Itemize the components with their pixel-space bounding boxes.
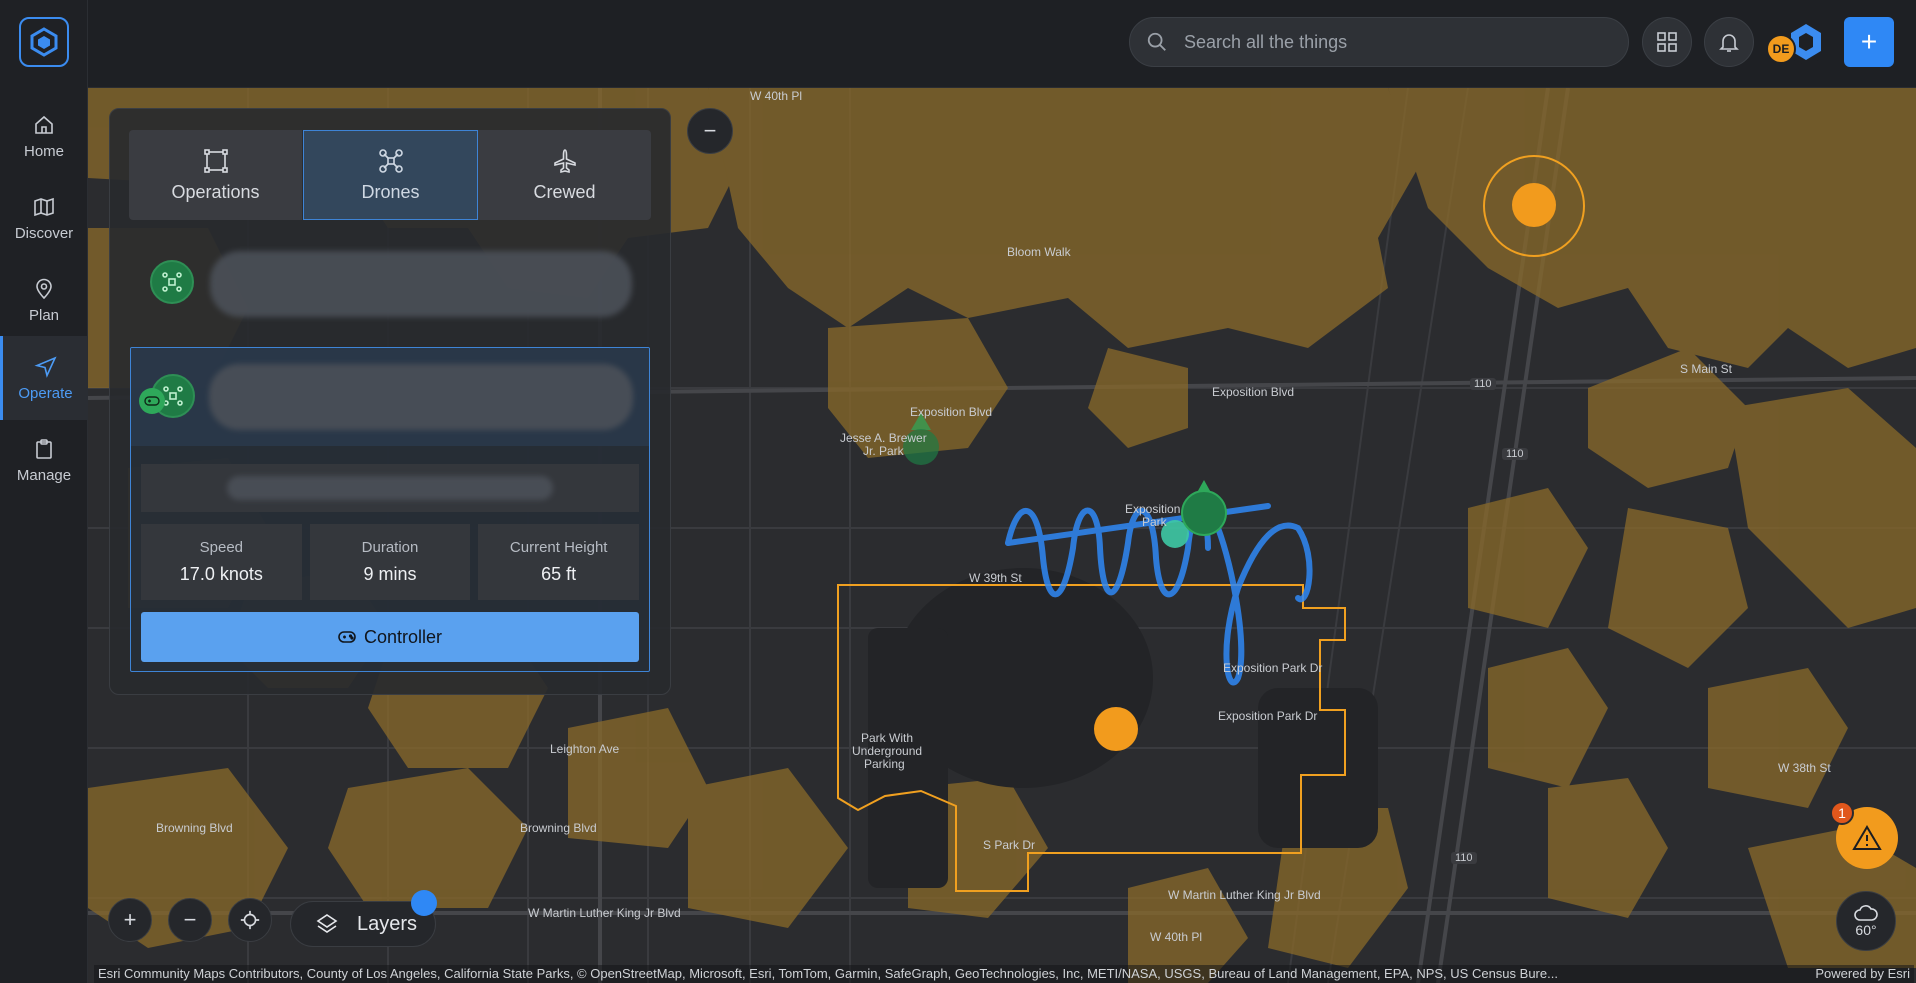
map-label: Leighton Ave [550,742,620,756]
powered-by[interactable]: Powered by Esri [1815,965,1910,983]
grid-icon [1657,32,1677,52]
tab-drones[interactable]: Drones [303,130,478,220]
notifications-button[interactable] [1704,17,1754,67]
map-label: Exposition [1125,502,1181,516]
nav-home[interactable]: Home [0,96,88,176]
crosshair-icon [240,910,260,930]
weather-widget[interactable]: 60° [1836,891,1896,951]
selected-drone-card[interactable]: Speed 17.0 knots Duration 9 mins Current… [130,347,650,672]
drone-name-redacted [209,364,633,430]
nav-manage-label: Manage [16,466,72,484]
app-logo-icon[interactable] [19,17,69,67]
drone-name-redacted[interactable] [210,251,632,317]
map-label: Underground [852,744,923,758]
nav-discover-label: Discover [14,224,74,242]
layers-button[interactable]: Layers [290,890,437,947]
search-box[interactable] [1129,17,1629,67]
map-label: Park [1142,515,1167,529]
gamepad-icon [338,631,356,643]
layers-indicator [411,890,437,916]
warning-icon [1852,825,1882,850]
map-label: Bloom Walk [1007,245,1071,259]
map-label: S Main St [1680,362,1733,376]
map-label: S Park Dr [983,838,1036,852]
layers-label: Layers [357,912,418,935]
search-icon [1147,32,1166,51]
nav-home-label: Home [23,142,64,160]
drone-stats: Speed 17.0 knots Duration 9 mins Current… [141,524,640,600]
highway-shield: 110 [1451,852,1477,864]
tab-crewed[interactable]: Crewed [478,130,651,220]
map-label: Exposition Park Dr [1218,709,1318,723]
map-label: W Martin Luther King Jr Blvd [528,906,681,920]
drone-detail-redacted [141,464,639,512]
zoom-in-button[interactable]: + [108,898,152,942]
nav-operate[interactable]: Operate [0,336,88,420]
map-attribution: Esri Community Maps Contributors, County… [94,965,1914,983]
highway-shield: 110 [1470,378,1496,390]
nav-plan-label: Plan [28,306,60,324]
drone-status-icon [150,260,194,304]
stat-speed: Speed 17.0 knots [141,524,302,600]
map-label: W 38th St [1778,761,1831,775]
tab-drones-label: Drones [361,181,420,202]
zoom-out-button[interactable]: − [168,898,212,942]
map-label: W 40th Pl [750,89,803,103]
panel-tabs: Operations Drones Crewed [129,130,651,220]
map-label: Exposition Blvd [1212,385,1295,399]
map-label: Park With [861,731,914,745]
search-input[interactable] [1184,31,1604,53]
controller-button[interactable]: Controller [141,612,639,662]
operations-panel: Operations Drones Crewed Speed 17.0 knot… [109,108,671,695]
nav-rail: Home Discover Plan Operate Manage [0,0,88,983]
map-label: Exposition Blvd [910,405,993,419]
drone-icon [378,148,403,173]
airplane-icon [553,148,576,173]
map-label: W Martin Luther King Jr Blvd [1168,888,1321,902]
cloud-icon [1854,905,1878,921]
pin-icon [36,278,52,299]
clipboard-icon [36,438,52,459]
collapse-panel-button[interactable]: − [687,108,733,154]
user-avatar[interactable]: DE [1766,34,1796,64]
nav-manage[interactable]: Manage [0,420,88,500]
alerts-button[interactable]: 1 [1830,801,1898,869]
map-icon [34,197,54,216]
layers-icon [316,914,338,933]
map-label: Exposition Park Dr [1223,661,1323,675]
map-label: W 40th Pl [1150,930,1203,944]
alert-count-badge: 1 [1830,801,1854,825]
add-button[interactable]: + [1844,17,1894,67]
map-label: Jr. Park [863,444,904,458]
gamepad-icon [139,388,165,414]
tab-operations-label: Operations [171,181,260,202]
stat-duration: Duration 9 mins [309,524,471,600]
stat-height: Current Height 65 ft [478,524,640,600]
navigation-icon [33,355,57,378]
locate-button[interactable] [228,898,272,942]
nav-discover[interactable]: Discover [0,178,88,258]
apps-grid-button[interactable] [1642,17,1692,67]
square-corners-icon [203,148,228,173]
weather-temp: 60° [1855,922,1877,938]
nav-operate-label: Operate [18,384,73,402]
tab-operations[interactable]: Operations [129,130,303,220]
map-label: Browning Blvd [520,821,597,835]
map-label: Jesse A. Brewer [840,431,927,445]
nav-plan[interactable]: Plan [0,260,88,340]
controller-label: Controller [363,626,443,647]
map-label: W 39th St [969,571,1022,585]
map-label: Parking [864,757,905,771]
highway-shield: 110 [1502,448,1528,460]
map-label: Browning Blvd [156,821,233,835]
bell-icon [1719,34,1739,52]
home-icon [35,115,53,134]
tab-crewed-label: Crewed [533,181,596,202]
